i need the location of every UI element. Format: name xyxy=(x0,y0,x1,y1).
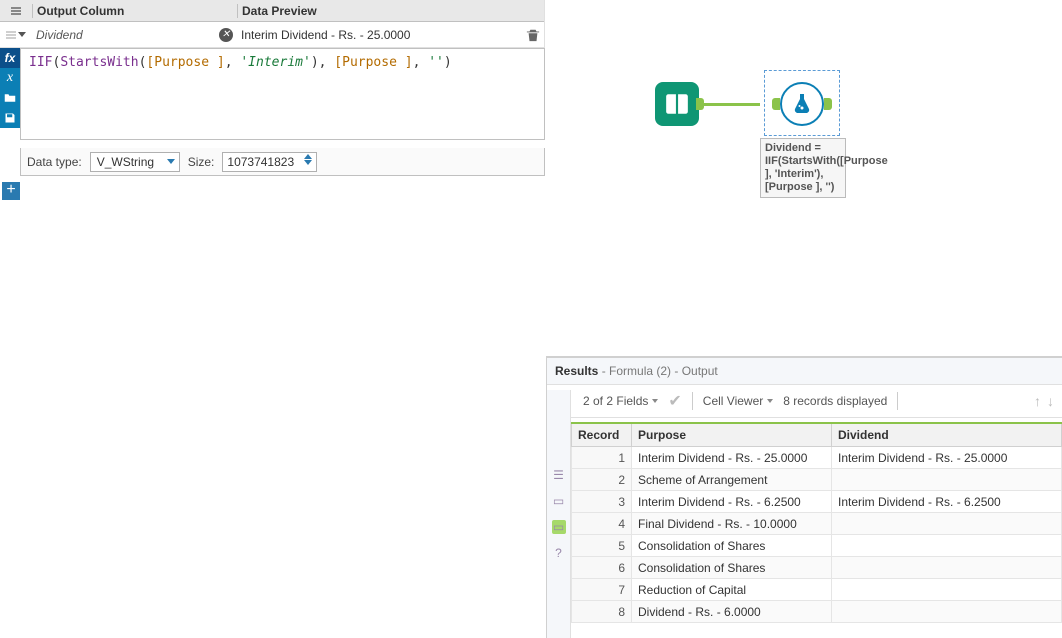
add-expression-button[interactable]: + xyxy=(2,182,20,200)
cell-dividend[interactable] xyxy=(832,601,1062,623)
separator xyxy=(897,392,898,410)
col-record[interactable]: Record xyxy=(572,423,632,447)
expression-toolbar: fx x xyxy=(0,48,20,128)
cell-purpose[interactable]: Interim Dividend - Rs. - 6.2500 xyxy=(632,491,832,513)
results-title: Results - Formula (2) - Output xyxy=(547,358,1062,385)
size-label: Size: xyxy=(188,155,215,169)
input-anchor[interactable] xyxy=(772,98,780,110)
table-row[interactable]: 7Reduction of Capital xyxy=(572,579,1062,601)
cell-purpose[interactable]: Interim Dividend - Rs. - 25.0000 xyxy=(632,447,832,469)
cell-dividend[interactable] xyxy=(832,469,1062,491)
data-preview-header: Data Preview xyxy=(237,4,544,18)
config-header: Output Column Data Preview xyxy=(0,0,544,22)
record-number: 1 xyxy=(572,447,632,469)
input-tool-node[interactable] xyxy=(655,82,699,126)
chevron-down-icon xyxy=(167,159,175,164)
record-number: 5 xyxy=(572,535,632,557)
delete-expression-icon[interactable] xyxy=(526,28,540,42)
table-row[interactable]: 4Final Dividend - Rs. - 10.0000 xyxy=(572,513,1062,535)
results-title-prefix: Results xyxy=(555,364,598,378)
cell-dividend[interactable] xyxy=(832,557,1062,579)
row-grip[interactable] xyxy=(0,7,32,15)
results-sidebar: ☰ ▭ ▭ ? xyxy=(547,390,571,638)
workflow-canvas[interactable]: Dividend = IIF(StartsWith([Purpose ], 'I… xyxy=(560,0,1062,355)
apply-icon[interactable]: ✔ xyxy=(668,391,681,411)
record-number: 6 xyxy=(572,557,632,579)
record-number: 4 xyxy=(572,513,632,535)
prev-record-icon[interactable]: ↑ xyxy=(1034,393,1041,409)
col-purpose[interactable]: Purpose xyxy=(632,423,832,447)
datatype-row: Data type: V_WString Size: 1073741823 xyxy=(20,148,545,176)
cell-dividend[interactable]: Interim Dividend - Rs. - 25.0000 xyxy=(832,447,1062,469)
cell-purpose[interactable]: Dividend - Rs. - 6.0000 xyxy=(632,601,832,623)
cell-purpose[interactable]: Consolidation of Shares xyxy=(632,535,832,557)
expand-toggle[interactable] xyxy=(0,31,32,39)
table-row[interactable]: 1Interim Dividend - Rs. - 25.0000Interim… xyxy=(572,447,1062,469)
separator xyxy=(692,392,693,410)
size-input[interactable]: 1073741823 xyxy=(222,152,317,172)
connection-wire[interactable] xyxy=(700,103,760,106)
record-number: 8 xyxy=(572,601,632,623)
spin-up-icon[interactable] xyxy=(304,154,312,159)
datatype-value: V_WString xyxy=(97,155,154,169)
columns-icon[interactable]: x xyxy=(0,68,20,88)
help-icon[interactable]: ? xyxy=(552,546,566,560)
table-row[interactable]: 3Interim Dividend - Rs. - 6.2500Interim … xyxy=(572,491,1062,513)
data-preview-cell: Interim Dividend - Rs. - 25.0000 xyxy=(237,28,544,42)
data-view-icon[interactable]: ▭ xyxy=(552,520,566,534)
spin-down-icon[interactable] xyxy=(304,160,312,165)
records-summary: 8 records displayed xyxy=(783,394,887,408)
cell-viewer-label: Cell Viewer xyxy=(703,394,763,408)
datatype-select[interactable]: V_WString xyxy=(90,152,180,172)
table-row[interactable]: 5Consolidation of Shares xyxy=(572,535,1062,557)
record-number: 2 xyxy=(572,469,632,491)
table-row[interactable]: 2Scheme of Arrangement xyxy=(572,469,1062,491)
cell-purpose[interactable]: Scheme of Arrangement xyxy=(632,469,832,491)
formula-output-anchor[interactable] xyxy=(824,98,832,110)
output-column-field[interactable]: Dividend ✕ xyxy=(32,28,237,42)
formula-tool-node[interactable] xyxy=(780,82,824,126)
metadata-view-icon[interactable]: ▭ xyxy=(552,494,566,508)
cell-dividend[interactable]: Interim Dividend - Rs. - 6.2500 xyxy=(832,491,1062,513)
size-spinner[interactable] xyxy=(302,154,314,165)
cell-viewer-dropdown[interactable]: Cell Viewer xyxy=(703,394,773,408)
cell-purpose[interactable]: Reduction of Capital xyxy=(632,579,832,601)
expression-editor[interactable]: IIF(StartsWith([Purpose ], 'Interim'), [… xyxy=(20,48,545,140)
table-row[interactable]: 6Consolidation of Shares xyxy=(572,557,1062,579)
messages-view-icon[interactable]: ☰ xyxy=(552,468,566,482)
chevron-down-icon xyxy=(652,399,658,403)
data-preview-value: Interim Dividend - Rs. - 25.0000 xyxy=(241,28,410,42)
chevron-down-icon xyxy=(767,399,773,403)
open-icon[interactable] xyxy=(0,88,20,108)
save-icon[interactable] xyxy=(0,108,20,128)
record-number: 7 xyxy=(572,579,632,601)
fx-functions-icon[interactable]: fx xyxy=(0,48,20,68)
formula-node-annotation: Dividend = IIF(StartsWith([Purpose ], 'I… xyxy=(760,138,846,198)
config-value-row: Dividend ✕ Interim Dividend - Rs. - 25.0… xyxy=(0,22,544,48)
fields-dropdown[interactable]: 2 of 2 Fields xyxy=(583,394,658,408)
output-column-value: Dividend xyxy=(36,28,83,42)
cell-dividend[interactable] xyxy=(832,535,1062,557)
cell-purpose[interactable]: Final Dividend - Rs. - 10.0000 xyxy=(632,513,832,535)
output-column-header: Output Column xyxy=(32,4,237,18)
size-value: 1073741823 xyxy=(227,155,294,169)
table-row[interactable]: 8Dividend - Rs. - 6.0000 xyxy=(572,601,1062,623)
results-panel: Results - Formula (2) - Output ☰ ▭ ▭ ? 2… xyxy=(546,356,1062,638)
results-toolbar: 2 of 2 Fields ✔ Cell Viewer 8 records di… xyxy=(547,385,1062,418)
next-record-icon[interactable]: ↓ xyxy=(1047,393,1054,409)
cell-purpose[interactable]: Consolidation of Shares xyxy=(632,557,832,579)
col-dividend[interactable]: Dividend xyxy=(832,423,1062,447)
cell-dividend[interactable] xyxy=(832,513,1062,535)
results-title-suffix: - Formula (2) - Output xyxy=(602,364,718,378)
formula-config-panel: Output Column Data Preview Dividend ✕ In… xyxy=(0,0,545,48)
record-number: 3 xyxy=(572,491,632,513)
results-table: Record Purpose Dividend 1Interim Dividen… xyxy=(571,422,1062,623)
cell-dividend[interactable] xyxy=(832,579,1062,601)
clear-column-icon[interactable]: ✕ xyxy=(219,28,233,42)
datatype-label: Data type: xyxy=(27,155,82,169)
fields-summary: 2 of 2 Fields xyxy=(583,394,648,408)
results-grid[interactable]: Record Purpose Dividend 1Interim Dividen… xyxy=(571,422,1062,638)
